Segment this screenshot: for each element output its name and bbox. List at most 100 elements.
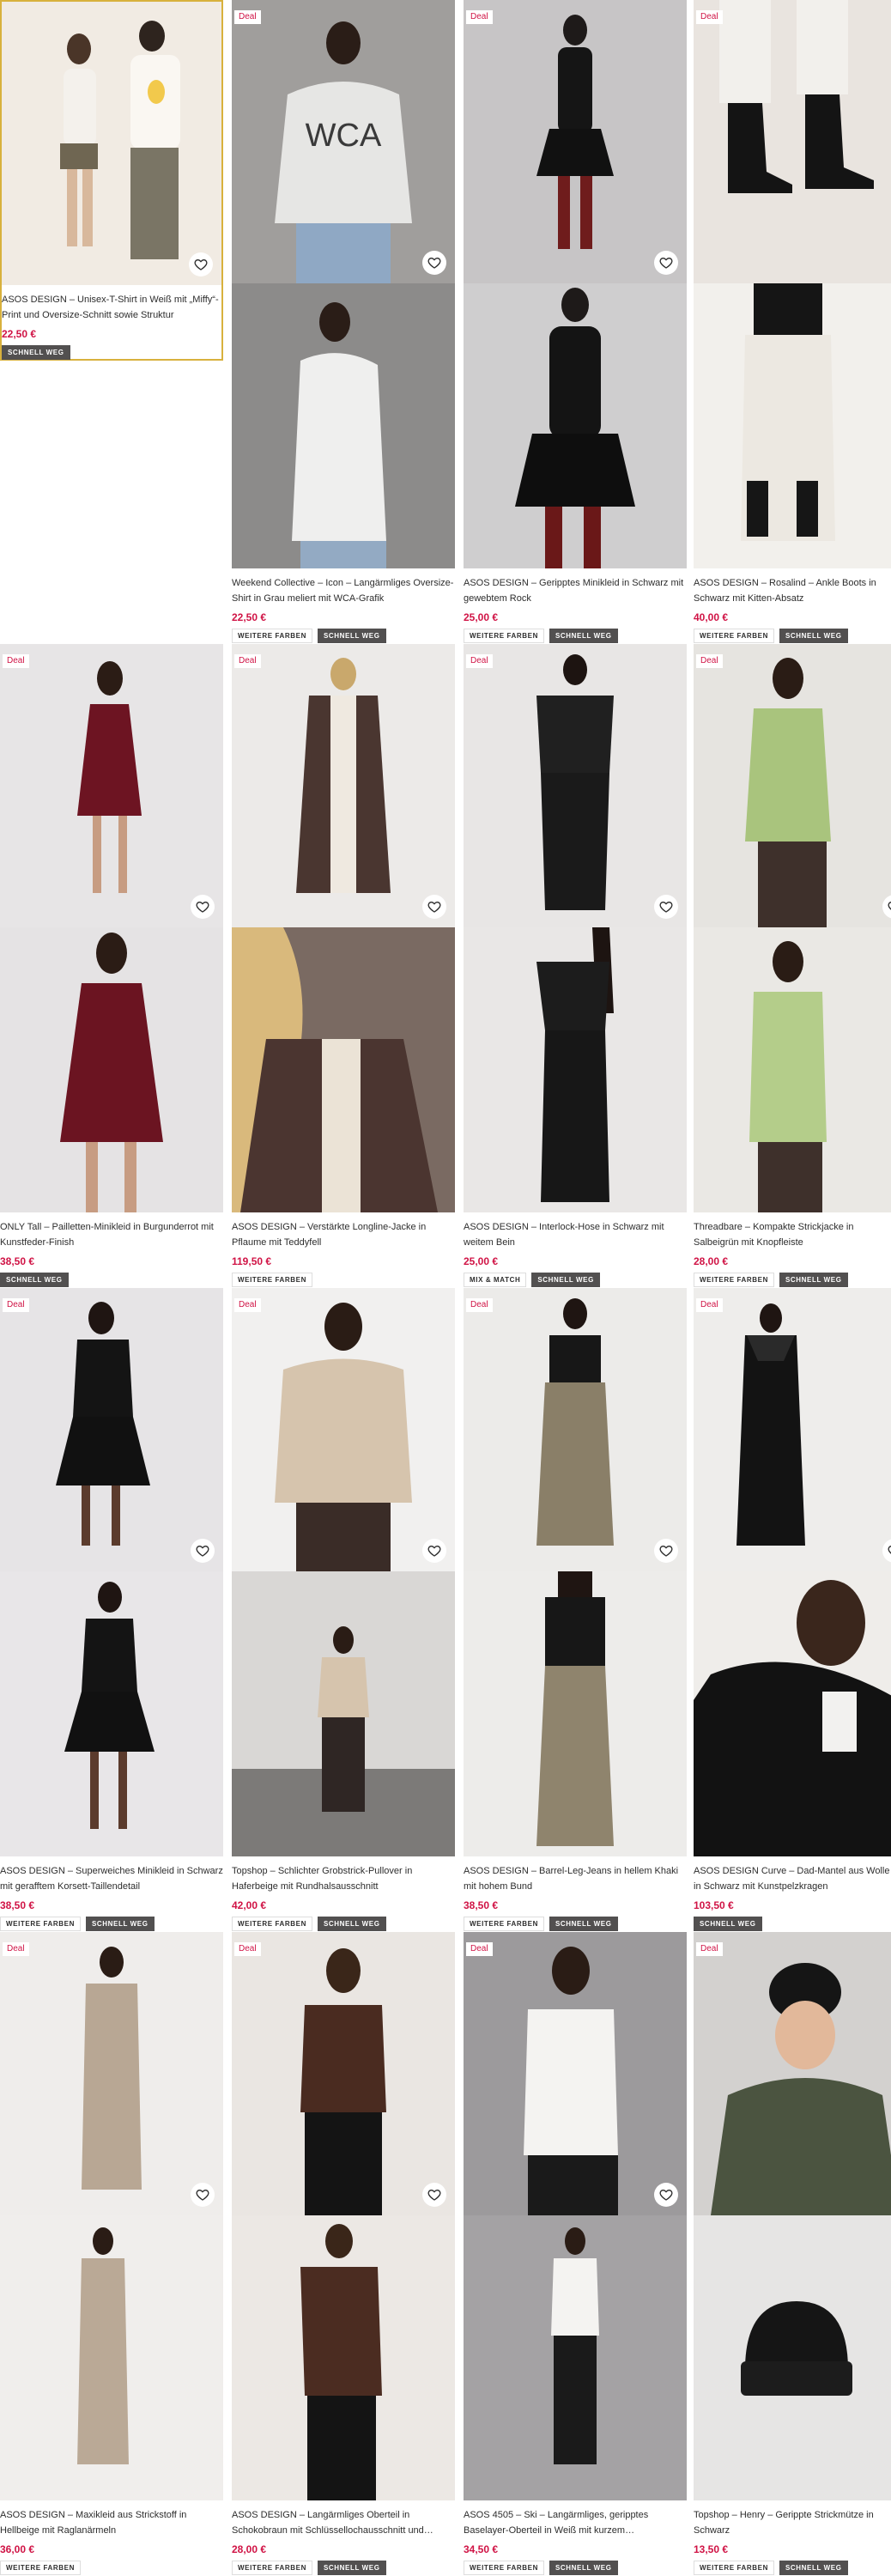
product-price: 34,50 € [464, 2543, 499, 2555]
product-image-alt[interactable] [464, 2215, 687, 2500]
product-image-alt[interactable] [232, 927, 455, 1212]
product-image-alt[interactable] [464, 1571, 687, 1856]
product-image-alt[interactable] [0, 1571, 223, 1856]
product-card[interactable]: WCA Deal Weekend Collective – Icon – Lan… [232, 0, 455, 643]
product-photo [694, 1288, 891, 1571]
more-colors-badge: WEITERE FARBEN [0, 2561, 81, 2575]
heart-icon [659, 901, 673, 913]
product-title[interactable]: ASOS DESIGN – Geripptes Minikleid in Sch… [464, 575, 687, 606]
deal-label: Deal [3, 1942, 29, 1956]
product-image-alt[interactable] [694, 2215, 891, 2500]
product-card[interactable]: Deal ASOS DESIGN – Geripptes Minikleid i… [464, 0, 687, 643]
product-image[interactable]: Deal [464, 644, 687, 927]
product-price: 13,50 € [694, 2543, 729, 2555]
product-card[interactable]: Deal ASOS DESIGN – Superweiches Miniklei… [0, 1288, 223, 1931]
deal-label: Deal [3, 1298, 29, 1312]
wishlist-button[interactable] [654, 2183, 678, 2207]
product-card[interactable]: Deal ASOS DESIGN – Verstärkte Longline-J… [232, 644, 455, 1287]
product-card[interactable]: Deal Threadbare – Kompakte Strickjacke i… [694, 644, 891, 1287]
product-image[interactable]: Deal [0, 644, 223, 927]
product-card[interactable]: Deal ASOS 4505 – Ski – Langärmliges, ger… [464, 1932, 687, 2575]
product-card[interactable]: Deal ASOS DESIGN – Rosalind – Ankle Boot… [694, 0, 891, 643]
product-image[interactable]: Deal [464, 1288, 687, 1571]
wishlist-button[interactable] [422, 1539, 446, 1563]
wishlist-button[interactable] [654, 895, 678, 919]
product-card[interactable]: Deal ASOS DESIGN – Interlock-Hose in Sch… [464, 644, 687, 1287]
product-image[interactable]: Deal [694, 0, 891, 283]
wishlist-button[interactable] [654, 1539, 678, 1563]
more-colors-badge: WEITERE FARBEN [232, 1917, 312, 1931]
product-card[interactable]: Deal ASOS DESIGN – Langärmliges Oberteil… [232, 1932, 455, 2575]
product-image[interactable]: Deal [0, 1932, 223, 2215]
product-image[interactable]: WCA Deal [232, 0, 455, 283]
product-photo [0, 644, 223, 927]
product-title[interactable]: ASOS DESIGN – Unisex-T-Shirt in Weiß mit… [2, 292, 221, 323]
product-image-alt[interactable] [464, 927, 687, 1212]
more-colors-badge: WEITERE FARBEN [694, 2561, 774, 2575]
product-image[interactable]: Deal [464, 0, 687, 283]
product-image[interactable]: Deal [232, 1932, 455, 2215]
heart-icon [427, 2189, 441, 2201]
wishlist-button[interactable] [422, 2183, 446, 2207]
product-card[interactable]: Deal ASOS DESIGN – Barrel-Leg-Jeans in h… [464, 1288, 687, 1931]
product-card[interactable]: Deal Topshop – Henry – Gerippte Strickmü… [694, 1932, 891, 2575]
product-price: 103,50 € [694, 1899, 734, 1911]
wishlist-button[interactable] [191, 1539, 215, 1563]
product-image[interactable]: Deal [0, 1288, 223, 1571]
product-image[interactable] [2, 2, 221, 285]
selling-fast-badge: SCHNELL WEG [317, 2561, 386, 2575]
product-title[interactable]: Topshop – Henry – Gerippte Strickmütze i… [694, 2507, 891, 2538]
product-image-alt[interactable] [232, 283, 455, 568]
product-image-alt[interactable] [694, 1571, 891, 1856]
wishlist-button[interactable] [422, 895, 446, 919]
product-image-alt[interactable] [0, 2215, 223, 2500]
product-title[interactable]: ASOS DESIGN – Verstärkte Longline-Jacke … [232, 1219, 455, 1250]
more-colors-badge: WEITERE FARBEN [464, 629, 544, 643]
product-title[interactable]: Topshop – Schlichter Grobstrick-Pullover… [232, 1863, 455, 1894]
product-title[interactable]: ASOS DESIGN – Rosalind – Ankle Boots in … [694, 575, 891, 606]
product-title[interactable]: Threadbare – Kompakte Strickjacke in Sal… [694, 1219, 891, 1250]
product-title[interactable]: ONLY Tall – Pailletten-Minikleid in Burg… [0, 1219, 223, 1250]
product-image[interactable]: Deal [694, 1288, 891, 1571]
product-card[interactable]: Deal ONLY Tall – Pailletten-Minikleid in… [0, 644, 223, 1287]
product-title[interactable]: Weekend Collective – Icon – Langärmliges… [232, 575, 455, 606]
product-image-alt[interactable] [232, 2215, 455, 2500]
product-image[interactable]: Deal [232, 644, 455, 927]
more-colors-badge: WEITERE FARBEN [0, 1917, 81, 1931]
product-price: 40,00 € [694, 611, 729, 623]
product-image-alt[interactable] [694, 283, 891, 568]
svg-text:WCA: WCA [306, 118, 382, 154]
wishlist-button[interactable] [422, 251, 446, 275]
product-image[interactable]: Deal [694, 644, 891, 927]
product-title[interactable]: ASOS 4505 – Ski – Langärmliges, gerippte… [464, 2507, 687, 2538]
product-image-alt[interactable] [232, 1571, 455, 1856]
product-card[interactable]: Deal ASOS DESIGN Curve – Dad-Mantel aus … [694, 1288, 891, 1931]
product-photo-alt [232, 927, 455, 1212]
product-card[interactable]: Deal ASOS DESIGN – Maxikleid aus Stricks… [0, 1932, 223, 2575]
product-title[interactable]: ASOS DESIGN – Superweiches Minikleid in … [0, 1863, 223, 1894]
product-image[interactable]: Deal [232, 1288, 455, 1571]
product-title[interactable]: ASOS DESIGN Curve – Dad-Mantel aus Wolle… [694, 1863, 891, 1894]
product-image[interactable]: Deal [694, 1932, 891, 2215]
product-image[interactable]: Deal [464, 1932, 687, 2215]
deal-label: Deal [696, 1298, 723, 1312]
product-image-alt[interactable] [464, 283, 687, 568]
product-title[interactable]: ASOS DESIGN – Langärmliges Oberteil in S… [232, 2507, 455, 2538]
product-photo-alt [0, 2215, 223, 2500]
product-photo-alt [694, 927, 891, 1212]
product-image-alt[interactable] [694, 927, 891, 1212]
product-price: 42,00 € [232, 1899, 267, 1911]
product-title[interactable]: ASOS DESIGN – Maxikleid aus Strickstoff … [0, 2507, 223, 2538]
wishlist-button[interactable] [191, 2183, 215, 2207]
deal-label: Deal [466, 1942, 493, 1956]
selling-fast-badge: SCHNELL WEG [549, 629, 618, 643]
product-image-alt[interactable] [0, 927, 223, 1212]
product-title[interactable]: ASOS DESIGN – Barrel-Leg-Jeans in hellem… [464, 1863, 687, 1894]
wishlist-button[interactable] [191, 895, 215, 919]
product-title[interactable]: ASOS DESIGN – Interlock-Hose in Schwarz … [464, 1219, 687, 1250]
product-card[interactable]: Deal Topshop – Schlichter Grobstrick-Pul… [232, 1288, 455, 1931]
wishlist-button[interactable] [189, 252, 213, 276]
product-card[interactable]: ASOS DESIGN – Unisex-T-Shirt in Weiß mit… [0, 0, 223, 361]
wishlist-button[interactable] [654, 251, 678, 275]
heart-icon [196, 901, 209, 913]
